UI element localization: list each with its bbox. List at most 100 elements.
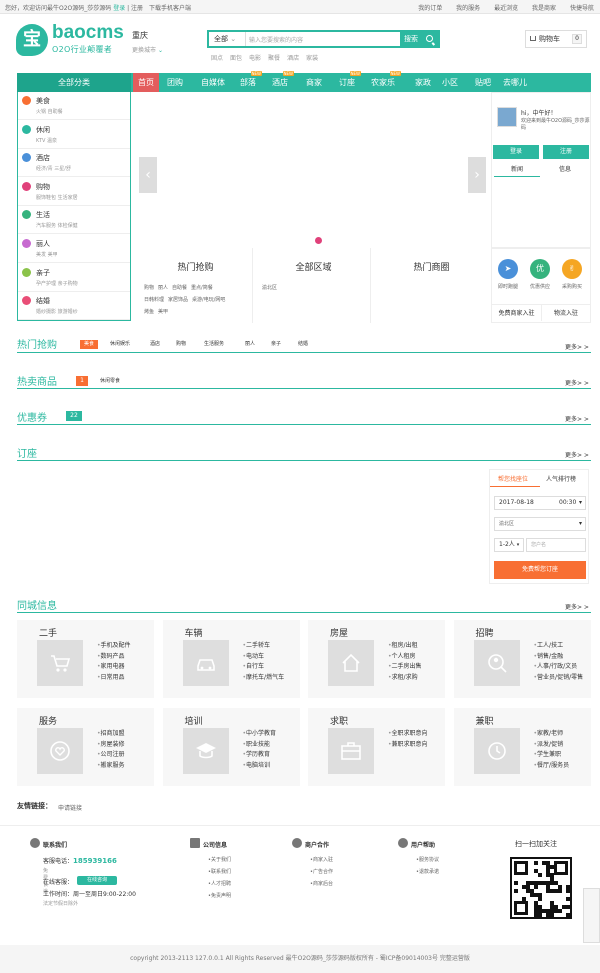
category-sub[interactable]: 婚纱摄影 旅游婚纱 [36,308,78,315]
hotword-link[interactable]: 电影 [249,55,261,62]
info-card-link[interactable]: 兼职求职意向 [388,740,428,751]
panel-link[interactable]: 美甲 [158,309,168,315]
panel-link[interactable]: 重点/简餐 [191,285,213,291]
footer-link[interactable]: 商家入驻 [310,854,333,866]
panel-link[interactable]: 自助餐 [172,285,187,291]
info-card-link[interactable]: 餐厅/服务员 [534,761,569,772]
category-sub[interactable]: 美发 美甲 [36,251,58,258]
login-link[interactable]: 登录 [113,5,125,12]
info-card-link[interactable]: 电脑培训 [243,761,277,772]
floating-service-bar[interactable] [583,888,600,943]
info-card-link[interactable]: 租房/出租 [388,641,422,652]
info-card-link[interactable]: 公司注册 [97,750,125,761]
panel-link[interactable]: 烤鱼 [144,309,154,315]
info-card-link[interactable]: 二手房出售 [388,662,422,673]
logo-mark[interactable]: 宝 [16,24,48,56]
nav-item[interactable]: 商家 [306,73,322,92]
hotword-link[interactable]: 酒店 [287,55,299,62]
tab-leisure[interactable]: 休闲娱乐 [106,340,134,349]
info-card-link[interactable]: 个人租房 [388,652,422,663]
footer-link[interactable]: 服务协议 [416,854,439,866]
footer-link[interactable]: 人才招聘 [208,878,231,890]
booking-area-select[interactable]: 渝北区 ▾ [494,517,586,531]
all-categories-button[interactable]: 全部分类 [17,73,131,92]
info-card-link[interactable]: 房屋装修 [97,740,125,751]
info-card-link[interactable]: 数码产品 [97,652,131,663]
thumb-icon[interactable]: ✌ [562,259,582,279]
hotword-link[interactable]: 固点 [211,55,223,62]
nav-item[interactable]: 部落 NEW [240,71,262,92]
info-card-image[interactable] [328,728,374,774]
hotword-link[interactable]: 面包 [230,55,242,62]
app-download-link[interactable]: 下载手机客户端 [149,5,191,12]
info-card-link[interactable]: 电动车 [243,652,285,663]
info-card-title[interactable]: 二手 [39,626,57,639]
plane-icon[interactable]: ➤ [498,259,518,279]
booking-name-input[interactable]: 您户名 [526,538,586,552]
category-sub[interactable]: 经济/青 三星/舒 [36,165,71,172]
category-item[interactable]: 美食 火锅 自助餐 [18,92,130,120]
nav-item[interactable]: 团购 [167,73,183,92]
info-card-link[interactable]: 家教/老师 [534,729,570,740]
info-card-title[interactable]: 房屋 [330,626,348,639]
online-consult-button[interactable]: 在线咨询 [77,876,117,885]
logo-name[interactable]: baocms [52,22,124,44]
info-card-link[interactable]: 学历教育 [243,750,277,761]
category-item[interactable]: 购物 服饰鞋包 生活家居 [18,178,130,206]
tab-kids[interactable]: 亲子 [267,340,285,349]
info-card-link[interactable]: 招商加盟 [97,729,125,740]
info-card-link[interactable]: 摩托车/燃气车 [243,673,284,684]
nav-item[interactable]: 自媒体 [201,73,225,92]
info-card-image[interactable] [182,640,229,686]
tab-popular-rank[interactable]: 人气排行榜 [546,474,576,483]
carousel-dot[interactable] [315,237,322,244]
quick-nav-link[interactable]: 快捷导航 [570,5,594,12]
tab-wedding[interactable]: 结婚 [294,340,312,349]
panel-link[interactable]: 日韩料理 [144,297,164,303]
info-card-link[interactable]: 搬家服务 [97,761,125,772]
tab-hotel[interactable]: 酒店 [146,340,164,349]
panel-link[interactable]: 桌游/电玩/网吧 [192,297,225,303]
info-card-image[interactable] [328,640,374,686]
panel-link[interactable]: 家居饰品 [168,297,188,303]
category-item[interactable]: 酒店 经济/青 三星/舒 [18,149,130,178]
footer-link[interactable]: 退款承诺 [416,866,439,878]
info-card-title[interactable]: 求职 [330,714,348,727]
hotword-link[interactable]: 家装 [306,55,318,62]
info-card-link[interactable]: 中小学教育 [243,729,276,740]
recent-browse-link[interactable]: 最近浏览 [494,5,518,12]
tab-news[interactable]: 新闻 [494,163,540,177]
info-card-link[interactable]: 人事/行政/文员 [534,662,584,673]
nav-item[interactable]: 贴吧 [475,73,491,92]
more-link[interactable]: 更多> > [565,414,589,423]
info-card-link[interactable]: 销售/金融 [534,652,584,663]
nav-item[interactable]: 订座 NEW [339,71,361,92]
info-card-image[interactable] [473,640,520,686]
nav-item[interactable]: 去哪儿 [503,73,527,92]
footer-link[interactable]: 免责声明 [208,890,231,902]
category-sub[interactable]: 火锅 自助餐 [36,108,63,115]
info-card-title[interactable]: 兼职 [476,714,494,727]
booking-submit-button[interactable]: 免费帮您订座 [494,561,586,579]
nav-item[interactable]: 酒店 NEW [272,71,294,92]
category-sub[interactable]: 服饰鞋包 生活家居 [36,194,78,201]
info-card-image[interactable] [37,728,83,774]
info-card-link[interactable]: 全职求职意向 [388,729,428,740]
more-link[interactable]: 更多> > [565,450,589,459]
tab-beauty[interactable]: 丽人 [241,340,259,349]
panel-link[interactable]: 丽人 [158,285,168,291]
info-card-link[interactable]: 派发/促销 [534,740,570,751]
nav-item[interactable]: 农家乐 NEW [371,71,401,92]
search-button[interactable]: 搜索 [400,32,438,46]
info-card-title[interactable]: 培训 [185,714,203,727]
info-card-link[interactable]: 职业技能 [243,740,277,751]
category-sub[interactable]: 孕产护理 亲子购物 [36,280,78,287]
apply-link[interactable]: 申请链接 [58,803,82,812]
merchant-join-button[interactable]: 免费商家入驻 [492,304,542,321]
tab-food[interactable]: 美食 [80,340,99,349]
more-link[interactable]: 更多> > [565,378,589,387]
info-card-link[interactable]: 营业员/促销/零售 [534,673,583,684]
nav-item[interactable]: 小区 [442,73,458,92]
info-card-link[interactable]: 日常用品 [97,673,131,684]
footer-link[interactable]: 关于我们 [208,854,231,866]
